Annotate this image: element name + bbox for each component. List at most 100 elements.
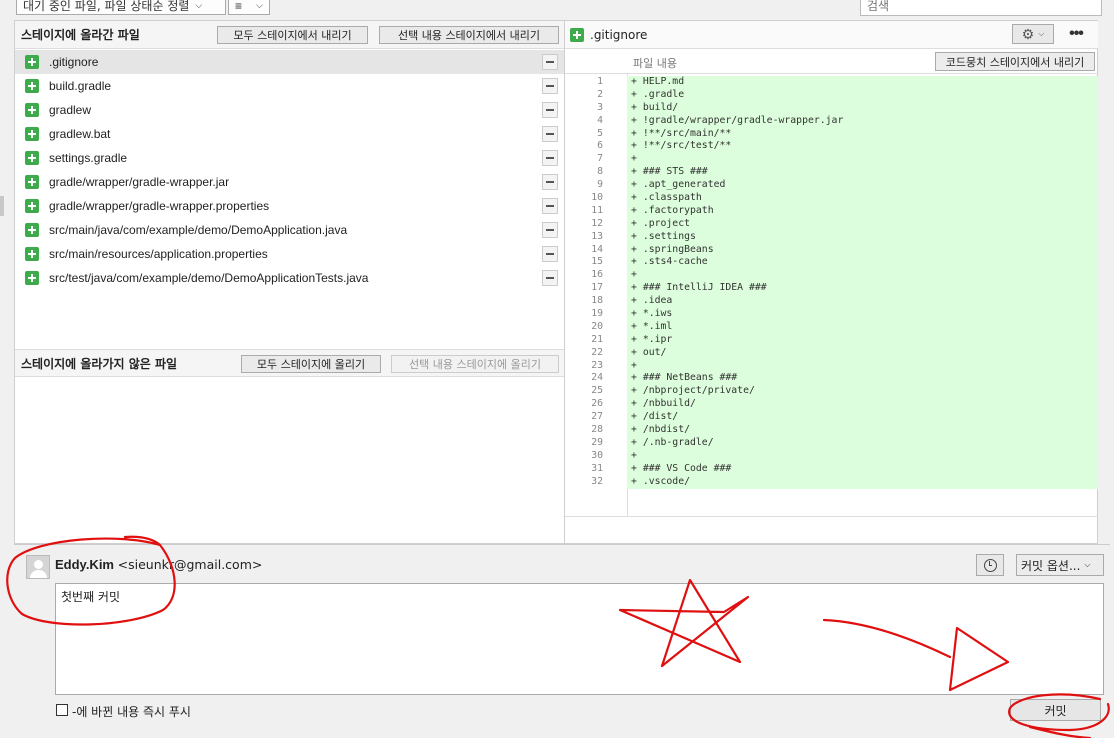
diff-line: 3 + build/	[565, 101, 1098, 115]
file-status-panel: 스테이지에 올라간 파일 모두 스테이지에서 내리기 선택 내용 스테이지에서 …	[14, 20, 565, 544]
line-number: 23	[565, 359, 605, 373]
unstage-file-button[interactable]	[542, 270, 558, 286]
file-path: src/test/java/com/example/demo/DemoAppli…	[49, 271, 369, 285]
line-number: 20	[565, 320, 605, 334]
left-edge-handle[interactable]	[0, 196, 4, 216]
diff-line: 21 + *.ipr	[565, 333, 1098, 347]
chevron-down-icon: ⌵	[1084, 560, 1091, 569]
unstage-selected-button[interactable]: 선택 내용 스테이지에서 내리기	[379, 26, 559, 44]
line-content: *.ipr	[642, 333, 673, 345]
line-prefix: +	[631, 436, 637, 448]
diff-line: 14 + .springBeans	[565, 243, 1098, 257]
more-options-button[interactable]: •••	[1065, 24, 1087, 44]
diff-settings-button[interactable]: ⚙ ⌵	[1012, 24, 1054, 44]
unstage-file-button[interactable]	[542, 174, 558, 190]
stage-all-button[interactable]: 모두 스테이지에 올리기	[241, 355, 381, 373]
commit-author: Eddy.Kim <sieunkr@gmail.com>	[55, 557, 262, 572]
line-prefix: +	[631, 76, 637, 87]
staged-file-row[interactable]: settings.gradle	[15, 146, 564, 170]
unstage-file-button[interactable]	[542, 78, 558, 94]
staged-file-row[interactable]: build.gradle	[15, 74, 564, 98]
commit-options-dropdown[interactable]: 커밋 옵션... ⌵	[1016, 554, 1104, 576]
diff-line: 7 +	[565, 153, 1098, 167]
file-path: src/main/java/com/example/demo/DemoAppli…	[49, 223, 348, 237]
added-file-icon	[25, 55, 39, 69]
staged-file-list: .gitignore build.gradle gradlew gradlew.bat…	[15, 50, 564, 290]
line-number: 31	[565, 462, 605, 476]
unstaged-files-title: 스테이지에 올라가지 않은 파일	[21, 356, 178, 371]
diff-line-text: + .apt_generated	[627, 179, 1098, 193]
line-content: build/	[642, 101, 679, 113]
commit-history-button[interactable]	[976, 554, 1004, 576]
commit-options-label: 커밋 옵션...	[1021, 558, 1081, 573]
diff-line: 27 + /dist/	[565, 411, 1098, 425]
line-content: *.iml	[642, 320, 673, 332]
diff-line-text: +	[627, 269, 1098, 283]
line-prefix: +	[631, 295, 637, 307]
unstage-file-button[interactable]	[542, 54, 558, 70]
staged-file-row[interactable]: gradlew.bat	[15, 122, 564, 146]
line-content: !**/src/main/**	[642, 127, 732, 139]
staged-file-row[interactable]: src/main/resources/application.propertie…	[15, 242, 564, 266]
diff-line: 15 + .sts4-cache	[565, 256, 1098, 270]
line-number: 12	[565, 217, 605, 231]
diff-line-text: + .project	[627, 217, 1098, 231]
file-path: .gitignore	[49, 55, 99, 69]
staged-file-row[interactable]: gradlew	[15, 98, 564, 122]
author-email: <sieunkr@gmail.com>	[117, 557, 263, 572]
line-number: 1	[565, 76, 605, 89]
line-prefix: +	[631, 411, 637, 423]
sort-dropdown[interactable]: 대기 중인 파일, 파일 상태순 정렬 ⌵	[16, 0, 226, 15]
diff-line-text: + ### STS ###	[627, 166, 1098, 180]
commit-message-input[interactable]: 첫번째 커밋	[55, 583, 1104, 695]
added-file-icon	[25, 271, 39, 285]
diff-line-text: + /nbbuild/	[627, 398, 1098, 412]
diff-line: 29 + /.nb-gradle/	[565, 436, 1098, 450]
push-immediately-checkbox[interactable]	[56, 704, 68, 716]
line-prefix: +	[631, 359, 637, 371]
line-prefix: +	[631, 308, 637, 320]
unstage-file-button[interactable]	[542, 126, 558, 142]
vertical-scrollbar[interactable]	[1101, 20, 1114, 544]
file-path: src/main/resources/application.propertie…	[49, 247, 268, 261]
added-file-icon	[25, 151, 39, 165]
line-content: ### NetBeans ###	[642, 372, 738, 384]
unstage-hunk-button[interactable]: 코드뭉치 스테이지에서 내리기	[935, 52, 1095, 71]
line-prefix: +	[631, 320, 637, 332]
diff-line-text: +	[627, 359, 1098, 373]
file-path: build.gradle	[49, 79, 112, 93]
added-file-icon	[25, 175, 39, 189]
stage-selected-button[interactable]: 선택 내용 스테이지에 올리기	[391, 355, 559, 373]
line-number: 17	[565, 282, 605, 296]
diff-line-text: + /dist/	[627, 411, 1098, 425]
staged-file-row[interactable]: src/main/java/com/example/demo/DemoAppli…	[15, 218, 564, 242]
diff-line: 5 + !**/src/main/**	[565, 127, 1098, 141]
diff-line: 20 + *.iml	[565, 320, 1098, 334]
diff-line: 24 + ### NetBeans ###	[565, 372, 1098, 386]
diff-line: 26 + /nbbuild/	[565, 398, 1098, 412]
staged-file-row[interactable]: gradle/wrapper/gradle-wrapper.jar	[15, 170, 564, 194]
unstage-file-button[interactable]	[542, 198, 558, 214]
unstage-file-button[interactable]	[542, 102, 558, 118]
line-prefix: +	[631, 372, 637, 384]
diff-line-text: + .springBeans	[627, 243, 1098, 257]
unstage-all-button[interactable]: 모두 스테이지에서 내리기	[217, 26, 368, 44]
line-content: .springBeans	[642, 243, 714, 255]
line-number: 27	[565, 411, 605, 425]
unstage-file-button[interactable]	[542, 150, 558, 166]
unstage-file-button[interactable]	[542, 246, 558, 262]
line-number: 16	[565, 269, 605, 283]
divider	[565, 516, 1098, 517]
unstage-file-button[interactable]	[542, 222, 558, 238]
hunk-label: 파일 내용	[633, 57, 677, 70]
file-path: settings.gradle	[49, 151, 128, 165]
line-prefix: +	[631, 230, 637, 242]
staged-file-row[interactable]: gradle/wrapper/gradle-wrapper.properties	[15, 194, 564, 218]
staged-file-row[interactable]: .gitignore	[15, 50, 564, 74]
commit-button[interactable]: 커밋	[1010, 699, 1101, 721]
search-input[interactable]	[860, 0, 1102, 16]
diff-line-text: + !gradle/wrapper/gradle-wrapper.jar	[627, 114, 1098, 128]
view-mode-dropdown[interactable]: ≡ ⌵	[228, 0, 270, 15]
diff-line-text: + *.ipr	[627, 333, 1098, 347]
staged-file-row[interactable]: src/test/java/com/example/demo/DemoAppli…	[15, 266, 564, 290]
